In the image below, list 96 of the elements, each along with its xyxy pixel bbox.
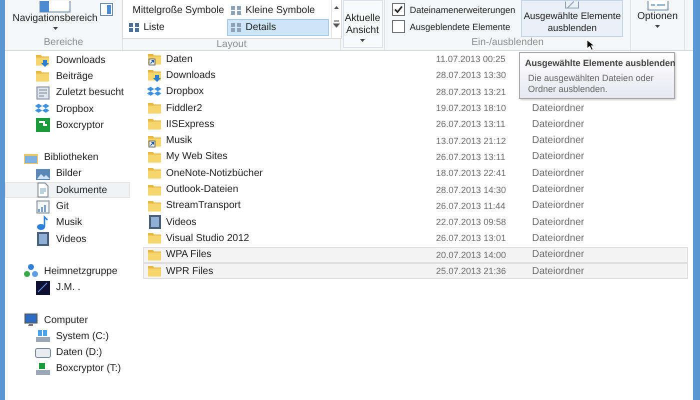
layout-option[interactable]: Details xyxy=(226,19,328,36)
folder-icon xyxy=(147,230,163,246)
file-name: StreamTransport xyxy=(166,200,242,212)
modified-date: 13.07.2013 21:12 xyxy=(436,136,508,146)
file-name: WPR Files xyxy=(166,266,214,276)
file-type: Dateiordner xyxy=(532,102,584,114)
navigation-item[interactable]: Dokumente xyxy=(5,182,130,198)
file-type: Dateiordner xyxy=(532,135,584,146)
layout-option[interactable]: Mittelgroße Symbole xyxy=(124,2,226,19)
navigation-item[interactable]: Dropbox xyxy=(5,100,130,118)
checkbox[interactable] xyxy=(392,3,405,16)
file-type: Dateiordner xyxy=(532,151,584,162)
file-name: Daten xyxy=(166,54,194,65)
navigation-item[interactable]: Boxcryptor xyxy=(5,117,130,134)
caret-icon xyxy=(360,39,365,42)
navigation-item[interactable]: Heimnetzgruppe xyxy=(5,263,130,280)
file-name: Outlook-Dateien xyxy=(166,184,240,196)
navigation-item[interactable]: Downloads xyxy=(5,52,130,68)
navigation-item[interactable]: Git xyxy=(5,198,130,215)
homegroup-icon xyxy=(23,263,39,280)
folder-icon xyxy=(147,100,163,116)
selected-row[interactable]: WPR Files 25.07.2013 21:36 Dateiordner xyxy=(143,262,688,280)
file-name: Downloads xyxy=(166,70,216,81)
modified-date: 20.07.2013 14:00 xyxy=(436,250,508,260)
file-type: Dateiordner xyxy=(532,168,584,179)
navigation-item[interactable]: Bibliotheken xyxy=(5,149,130,166)
checkbox-option[interactable]: Ausgeblendete Elemente xyxy=(392,20,516,33)
modified-date: 26.07.2013 13:11 xyxy=(436,119,506,130)
file-type: Dateiordner xyxy=(532,118,584,130)
navigation-item[interactable]: Bilder xyxy=(5,166,130,182)
file-name: Visual Studio 2012 xyxy=(166,232,250,244)
document-icon xyxy=(35,182,51,198)
modified-date: 28.07.2013 14:30 xyxy=(436,184,508,195)
current-view-button[interactable]: Aktuelle Ansicht xyxy=(342,0,382,48)
file-type: Dateiordner xyxy=(532,200,584,212)
folder-icon xyxy=(35,68,51,84)
hide-items-icon xyxy=(565,1,580,9)
hide-selected-button[interactable]: Ausgewählte Elemente ausblenden xyxy=(521,0,624,37)
modified-date: 26.07.2013 13:11 xyxy=(436,152,506,162)
options-button[interactable]: Optionen xyxy=(632,0,682,30)
system-drive-icon xyxy=(35,328,51,344)
user-picture-icon xyxy=(35,280,51,296)
preview-pane-icon[interactable] xyxy=(100,3,113,16)
caret-icon xyxy=(655,25,660,28)
selected-row[interactable]: WPA Files 20.07.2013 14:00 Dateiordner xyxy=(143,246,688,263)
list-view-icon xyxy=(128,22,140,33)
tooltip-text: Die ausgewählten Dateien oder Ordner ausblenden. xyxy=(527,73,655,95)
group-label: Layout xyxy=(216,39,247,50)
file-name: Dropbox xyxy=(166,86,205,98)
folder-icon xyxy=(147,165,163,182)
navigation-item[interactable]: Computer xyxy=(5,312,130,328)
file-name: WPA Files xyxy=(166,249,212,260)
download-folder-icon xyxy=(147,67,163,84)
file-name: Fiddler2 xyxy=(166,102,204,114)
modified-date: 18.07.2013 22:41 xyxy=(436,168,508,178)
navigation-item[interactable]: Zuletzt besucht xyxy=(5,84,130,101)
checkmark-icon xyxy=(394,5,403,14)
navigation-item[interactable]: Daten (D:) xyxy=(5,344,130,361)
file-type: Dateiordner xyxy=(532,184,584,196)
file-type: Dateiordner xyxy=(532,216,584,228)
modified-date: 26.07.2013 13:01 xyxy=(436,233,508,244)
group-label: Ein-/ausblenden xyxy=(471,37,544,50)
file-name: IISExpress xyxy=(166,118,216,130)
layout-option[interactable]: Kleine Symbole xyxy=(226,2,328,19)
navigation-item[interactable]: Beiträge xyxy=(5,68,130,85)
folder-icon xyxy=(147,263,163,280)
modified-date: 26.07.2013 11:44 xyxy=(436,200,506,211)
checkbox-option[interactable]: Dateinamenerweiterungen xyxy=(392,3,516,16)
navigation-item[interactable]: Videos xyxy=(5,230,130,248)
download-folder-icon xyxy=(35,52,51,68)
folder-icon xyxy=(147,116,163,132)
computer-icon xyxy=(23,312,39,328)
file-name: Musik xyxy=(166,135,194,146)
group-label: Bereiche xyxy=(44,37,84,50)
modified-date: 22.07.2013 09:58 xyxy=(436,217,508,228)
checkbox[interactable] xyxy=(392,20,405,33)
caret-icon xyxy=(52,27,58,30)
modified-date: 25.07.2013 21:36 xyxy=(436,266,508,276)
recent-places-icon xyxy=(35,84,51,101)
file-name: OneNote-Notizbücher xyxy=(166,168,264,179)
tooltip-title: Ausgewählte Elemente ausblenden xyxy=(525,58,676,69)
file-type: Dateiordner xyxy=(532,266,584,276)
details-view-icon xyxy=(230,22,242,33)
small-icons-icon xyxy=(230,5,242,16)
layout-option[interactable]: Liste xyxy=(124,19,226,36)
file-name: Videos xyxy=(166,216,198,228)
navigation-item[interactable]: J.M. . xyxy=(5,280,130,296)
navigation-item[interactable]: Musik xyxy=(5,214,130,231)
navigation-pane-button[interactable]: Navigationsbereich xyxy=(10,0,100,32)
file-type: Dateiordner xyxy=(532,232,584,244)
file-name: My Web Sites xyxy=(166,151,228,162)
modified-date: 19.07.2013 18:10 xyxy=(436,103,508,114)
navigation-item[interactable]: System (C:) xyxy=(5,328,130,344)
navigation-item[interactable]: Boxcryptor (T:) xyxy=(5,360,130,378)
music-note-icon xyxy=(35,214,51,231)
file-type: Dateiordner xyxy=(532,249,584,260)
